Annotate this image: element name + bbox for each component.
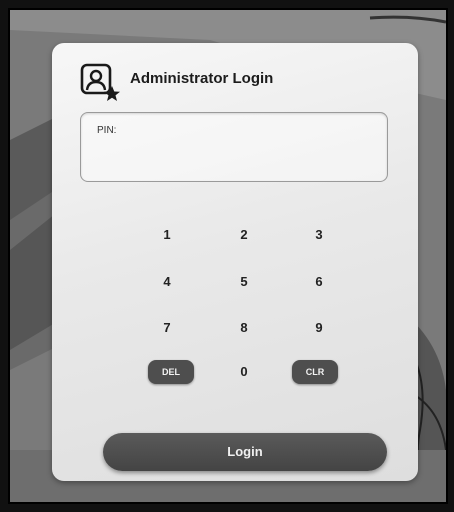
admin-login-dialog: Administrator Login PIN: 1 2 3 4 5 6 7 8… [52, 43, 418, 481]
key-8[interactable]: 8 [221, 314, 267, 342]
key-0[interactable]: 0 [221, 358, 267, 386]
clear-button[interactable]: CLR [292, 360, 338, 384]
key-1[interactable]: 1 [144, 221, 190, 249]
key-2[interactable]: 2 [221, 221, 267, 249]
dialog-header: Administrator Login [80, 63, 273, 103]
key-4[interactable]: 4 [144, 268, 190, 296]
key-6[interactable]: 6 [296, 268, 342, 296]
admin-user-icon [80, 63, 120, 101]
key-9[interactable]: 9 [296, 314, 342, 342]
delete-button[interactable]: DEL [148, 360, 194, 384]
key-5[interactable]: 5 [221, 268, 267, 296]
dialog-title: Administrator Login [130, 69, 274, 87]
pin-input-field[interactable]: PIN: [80, 112, 388, 182]
key-3[interactable]: 3 [296, 221, 342, 249]
key-7[interactable]: 7 [144, 314, 190, 342]
screen: Administrator Login PIN: 1 2 3 4 5 6 7 8… [8, 8, 448, 504]
login-button[interactable]: Login [103, 433, 387, 471]
pin-label: PIN: [97, 125, 117, 136]
